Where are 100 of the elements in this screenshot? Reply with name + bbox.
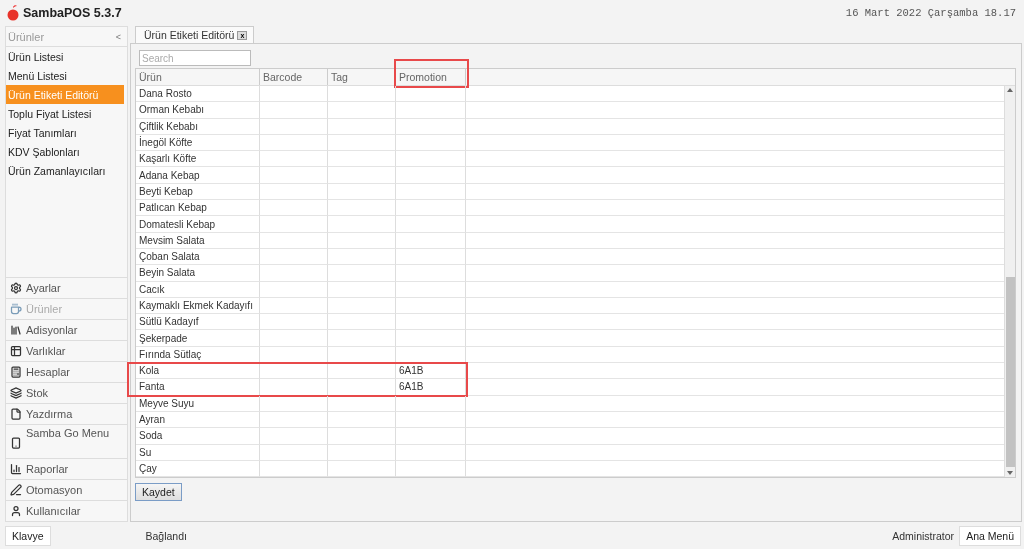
table-cell: Patlıcan Kebap [136,200,260,217]
table-cell [260,297,328,315]
table-cell [260,134,328,152]
table-cell: Kaymaklı Ekmek Kadayıfı [136,297,260,315]
table-cell [260,183,328,201]
nav-button[interactable]: Ayarlar [6,277,127,298]
table-cell [328,460,396,478]
table-cell [260,363,328,380]
table-cell [260,395,328,412]
logo-icon [6,5,20,21]
table-cell [328,330,396,347]
table-cell: Adana Kebap [136,167,260,184]
table-cell [260,118,328,135]
scrollbar[interactable] [1004,86,1015,478]
table-cell [328,297,396,315]
table-cell: Meyve Suyu [136,395,260,412]
books-icon [10,324,22,336]
calculator-icon [10,366,22,378]
table-cell [260,265,328,282]
sidebar-item[interactable]: KDV Şablonları [6,142,124,161]
nav-button[interactable]: Samba Go Menu [6,424,127,458]
table-cell: Orman Kebabı [136,102,260,119]
table-cell: İnegöl Köfte [136,134,260,152]
table-cell [328,395,396,412]
table-cell [328,134,396,152]
table-cell [260,102,328,119]
table-cell [328,102,396,119]
table-cell [260,314,328,331]
table-cell [260,151,328,168]
nav-button[interactable]: Otomasyon [6,479,127,500]
nav-button[interactable]: Raporlar [6,458,127,479]
bar-chart-icon [10,463,22,475]
main-menu-button[interactable]: Ana Menü [959,525,1021,546]
table-cell: Şekerpade [136,330,260,347]
phone-icon [10,437,22,449]
table-cell: Beyti Kebap [136,183,260,201]
table-cell [328,216,396,233]
table-cell: Sütlü Kadayıf [136,314,260,331]
table-cell: Su [136,444,260,461]
table-cell [328,248,396,266]
scroll-down-icon[interactable] [1007,471,1013,476]
search-field[interactable]: Search [139,50,251,66]
table-cell [260,428,328,445]
table-cell [328,444,396,461]
app-title: SambaPOS 5.3.7 [23,6,122,20]
table-cell [328,183,396,201]
table-cell [260,411,328,429]
table-cell [328,281,396,298]
nav-button[interactable]: Yazdırma [6,403,127,424]
table-cell: 6A1B [396,363,466,380]
table-cell: Çay [136,460,260,478]
table-cell [328,232,396,249]
table-cell: Cacık [136,281,260,298]
sidebar-title: Ürünler [8,30,45,43]
table-cell [260,167,328,184]
table-cell [260,460,328,478]
nav-button[interactable]: Stok [6,382,127,403]
sidebar-item[interactable]: Toplu Fiyat Listesi [6,104,124,123]
connection-status: Bağlandı [145,529,188,542]
table-cell [260,444,328,461]
table-cell: Domatesli Kebap [136,216,260,233]
table-cell [260,216,328,233]
sidebar-item[interactable]: Ürün Listesi [6,47,124,66]
table-cell: Mevsim Salata [136,232,260,249]
column-header[interactable]: Barcode [260,69,328,85]
table-cell [260,200,328,217]
table-cell: Kaşarlı Köfte [136,151,260,168]
table-cell [328,151,396,168]
table-cell: Çiftlik Kebabı [136,118,260,135]
column-header[interactable]: Ürün [136,69,260,85]
table-cell: Beyin Salata [136,265,260,282]
sidebar-item[interactable]: Menü Listesi [6,66,124,85]
scroll-up-icon[interactable] [1007,88,1013,92]
table-cell [328,411,396,429]
column-header[interactable]: Promotion [396,69,466,85]
layers-icon [10,387,22,399]
table-cell: Kola [136,363,260,380]
table-icon [10,345,22,357]
collapse-button[interactable]: < [115,31,121,42]
document-icon [10,408,22,420]
table-cell [328,167,396,184]
table-cell [260,330,328,347]
table-cell: Çoban Salata [136,248,260,266]
table-cell [328,265,396,282]
nav-button[interactable]: Varlıklar [6,340,127,361]
sidebar-item[interactable]: Ürün Zamanlayıcıları [6,161,124,180]
table-cell [260,281,328,298]
table-cell [328,363,396,380]
nav-button[interactable]: Hesaplar [6,361,127,382]
nav-button[interactable]: Kullanıcılar [6,500,127,521]
keyboard-button[interactable]: Klavye [5,525,51,546]
column-header[interactable]: Tag [328,69,396,85]
date-time: 16 Mart 2022 Çarşamba 18.17 [845,7,1016,19]
sidebar-item[interactable]: Fiyat Tanımları [6,123,124,142]
table-cell [260,248,328,266]
save-button[interactable]: Kaydet [135,483,182,502]
table-cell: Soda [136,428,260,445]
nav-button[interactable]: Adisyonlar [6,319,127,340]
pen-icon [10,484,22,496]
table-cell: 6A1B [396,379,466,396]
